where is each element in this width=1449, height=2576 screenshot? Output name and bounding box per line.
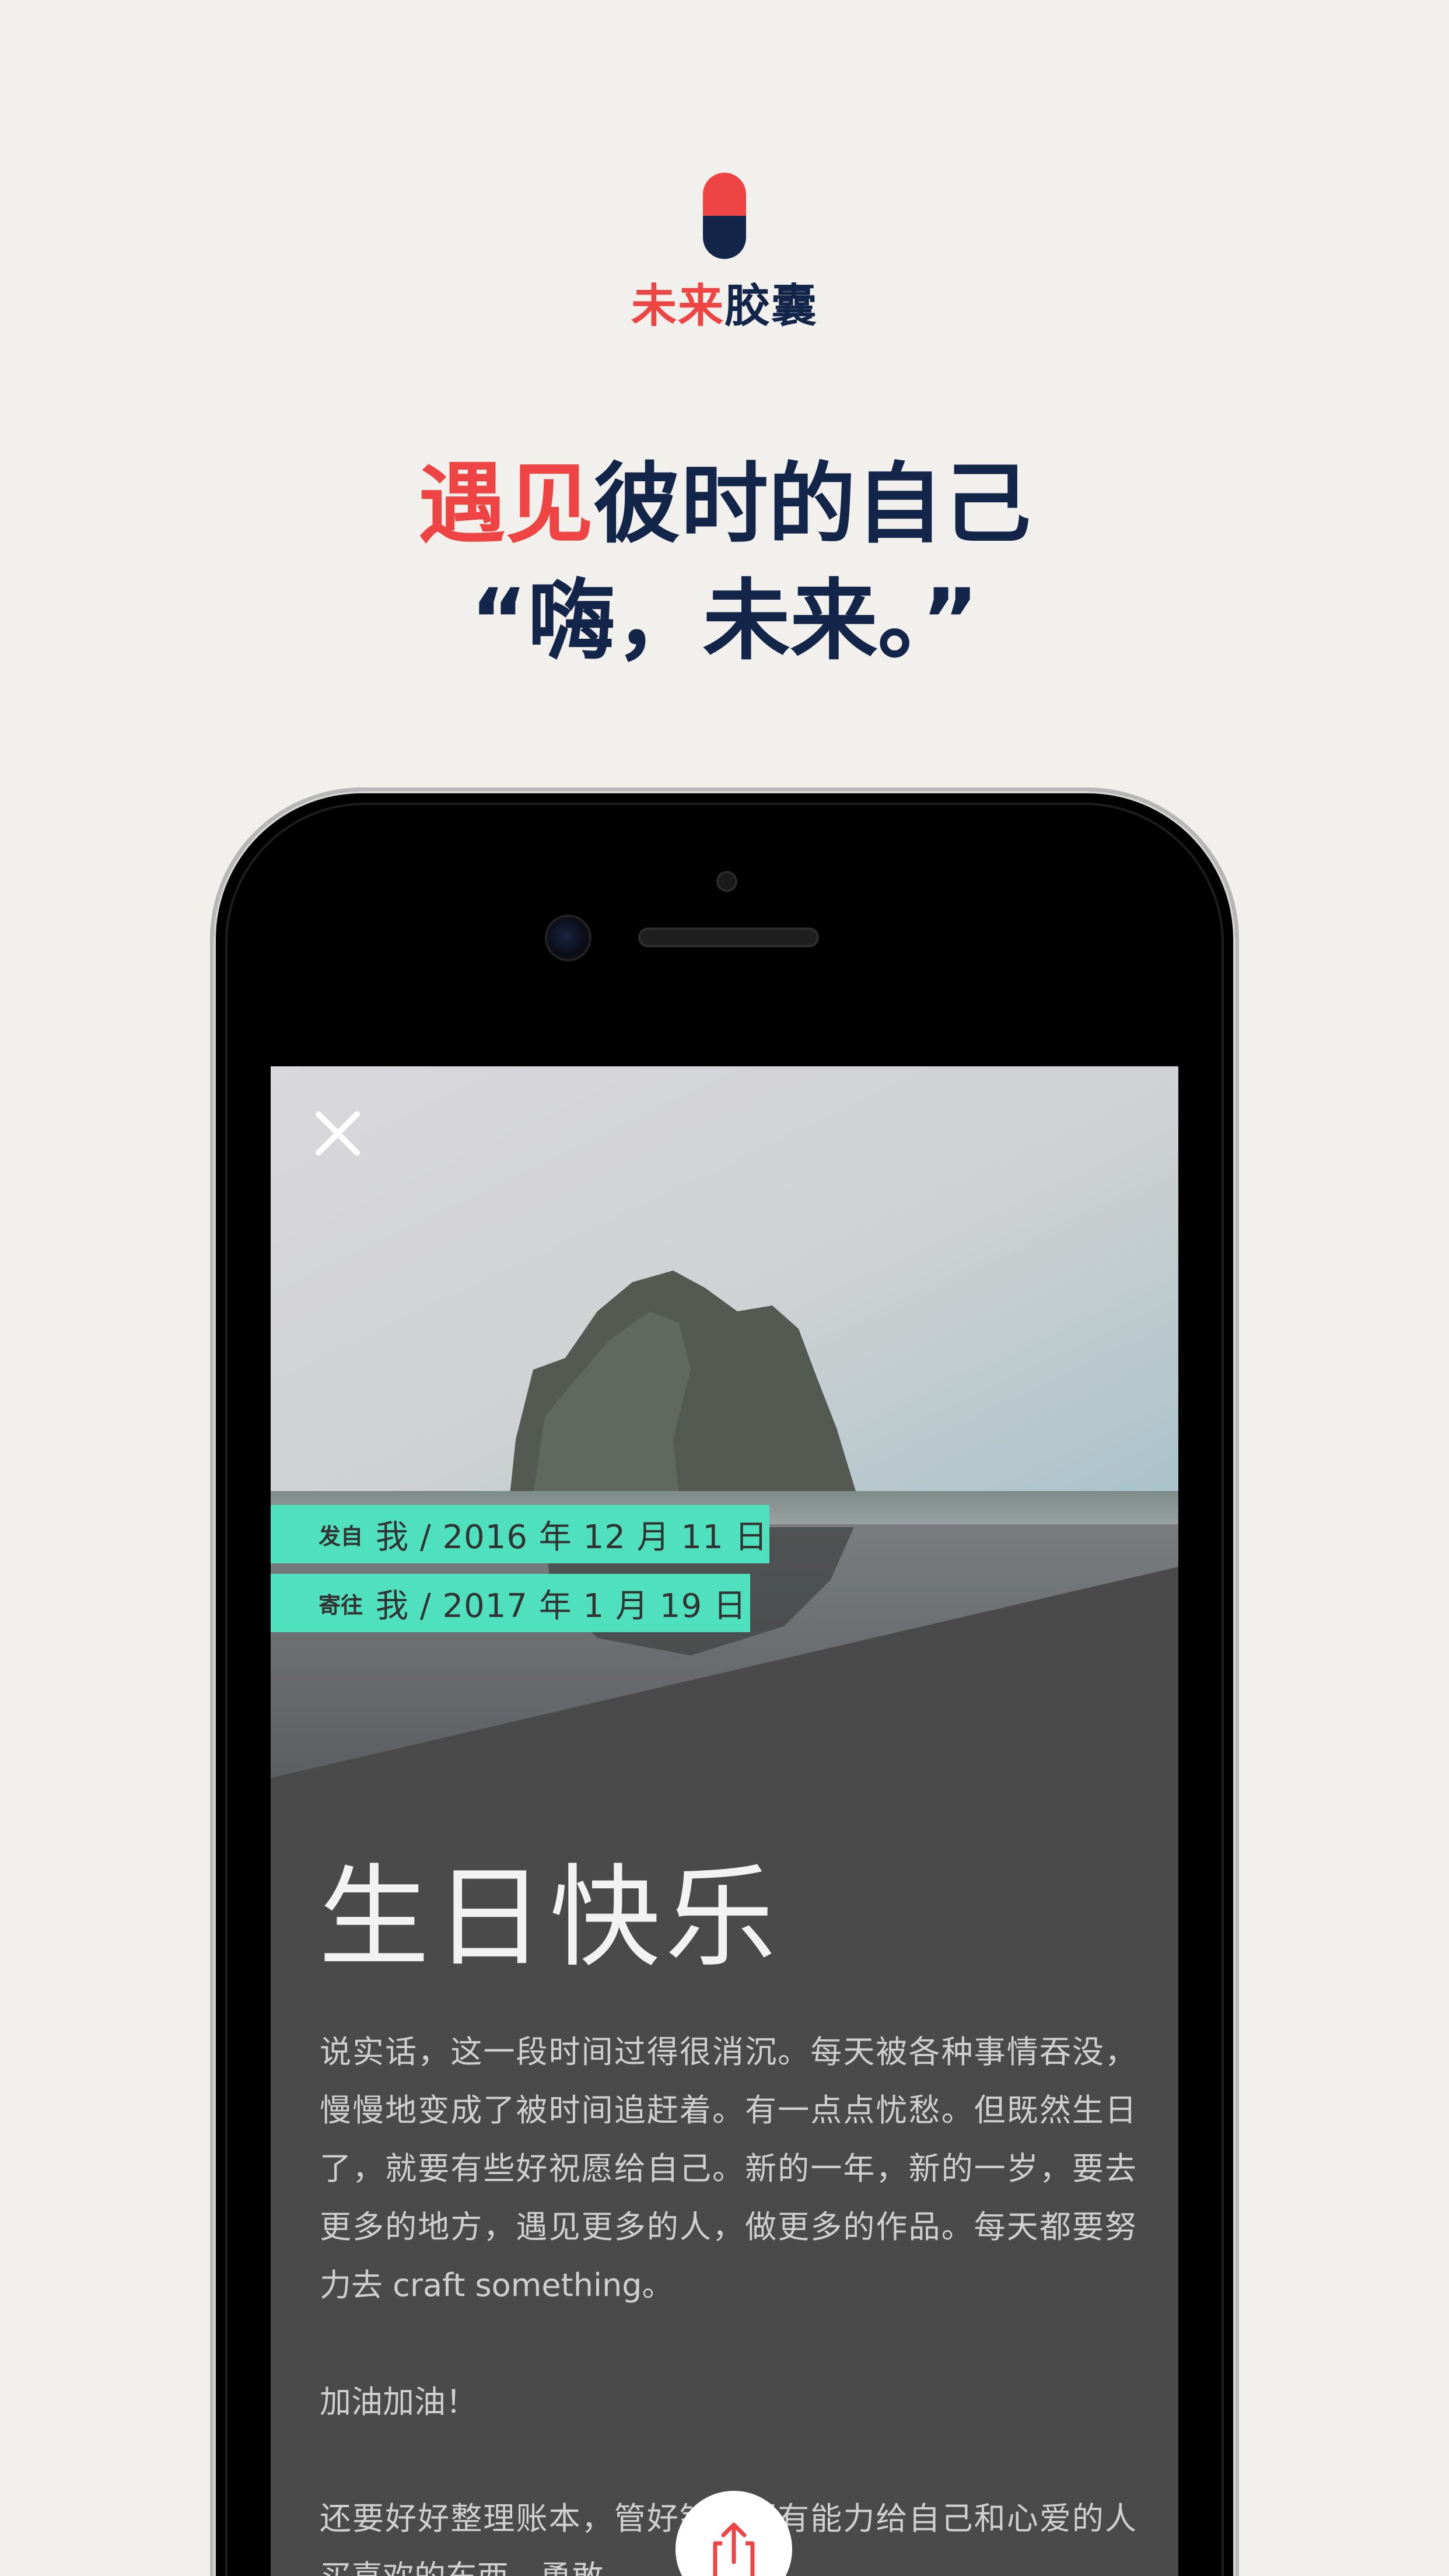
- share-icon: [713, 2522, 755, 2576]
- headline-line-2: “嗨，未来。”: [470, 570, 979, 672]
- earpiece-speaker: [638, 928, 819, 947]
- brand-name: 未来胶囊: [631, 280, 818, 332]
- phone-screen: 发自 我 / 2016 年 12 月 11 日 寄往 我 / 2017 年 1 …: [271, 1066, 1178, 2576]
- sent-to-tag: 寄往 我 / 2017 年 1 月 19 日: [271, 1574, 750, 1632]
- capsule-logo-icon: [703, 173, 746, 259]
- proximity-sensor: [716, 871, 737, 892]
- letter-title: 生日快乐: [318, 1853, 781, 1982]
- headline-line-1: 遇见彼时的自己: [418, 454, 1031, 555]
- headline: 遇见彼时的自己 “嗨，未来。”: [0, 446, 1449, 680]
- letter-paragraph: 加油加油！: [320, 2384, 477, 2420]
- close-button[interactable]: [312, 1107, 364, 1160]
- front-camera-icon: [545, 915, 592, 961]
- cover-photo: [271, 1066, 1178, 1778]
- letter-paragraph: 说实话，这一段时间过得很消沉。每天被各种事情吞没，慢慢地变成了被时间追赶着。有一…: [320, 2034, 1136, 2304]
- sent-from-tag: 发自 我 / 2016 年 12 月 11 日: [271, 1505, 769, 1563]
- close-icon: [316, 1111, 360, 1156]
